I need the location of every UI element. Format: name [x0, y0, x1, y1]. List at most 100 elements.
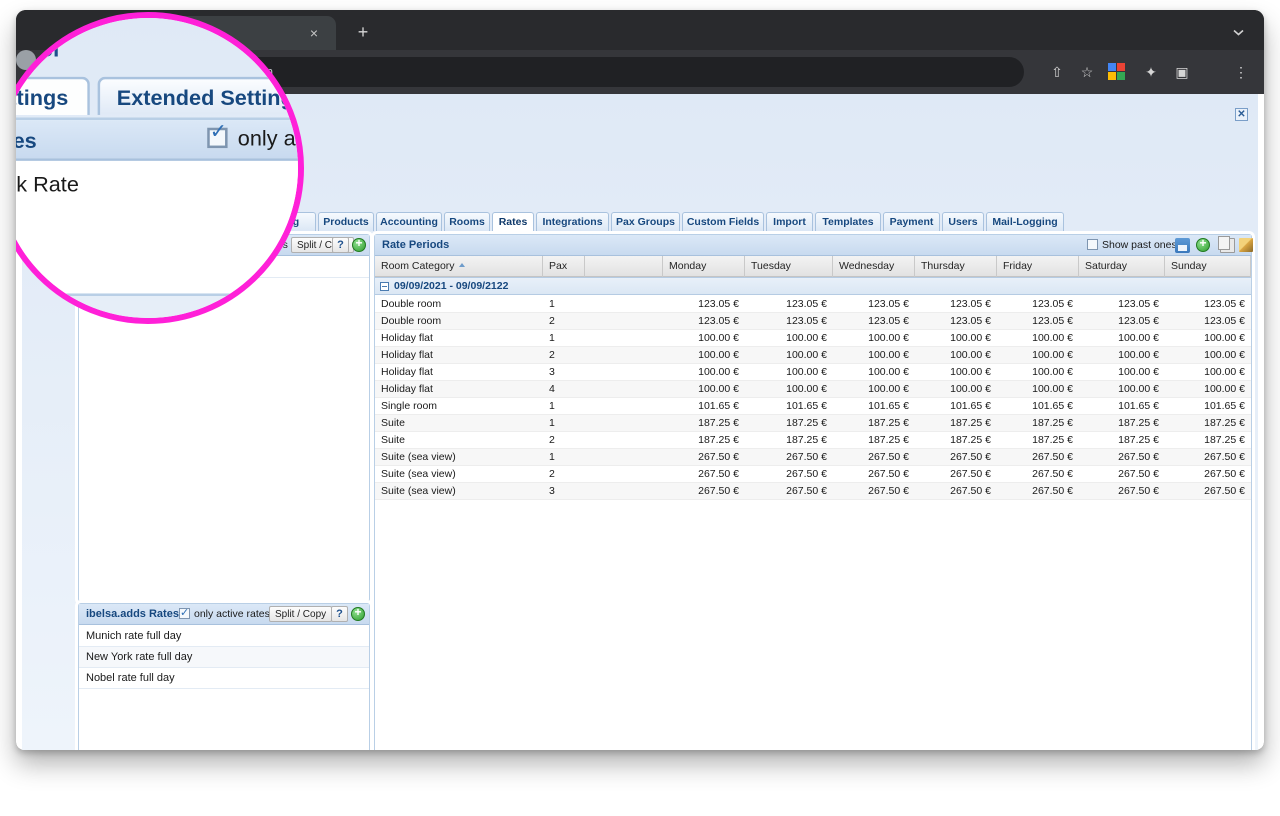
save-icon[interactable] — [1175, 238, 1190, 253]
table-row[interactable]: Double room 1 123.05 € 123.05 € 123.05 € 123.… — [375, 296, 1251, 313]
lens-tab-extended-settings[interactable]: Extended Settings — [96, 76, 298, 115]
module-tab-rates[interactable]: Rates — [492, 212, 534, 231]
share-icon[interactable]: ⇧ — [1046, 61, 1068, 83]
cell-room-category: Suite (sea view) — [381, 485, 456, 497]
table-row[interactable]: Suite 2 187.25 € 187.25 € 187.25 € 187.25 € 18… — [375, 432, 1251, 449]
module-tab-mail-logging[interactable]: Mail-Logging — [986, 212, 1064, 231]
cell-price: 100.00 € — [950, 332, 991, 344]
module-tab-custom-fields[interactable]: Custom Fields — [682, 212, 764, 231]
show-past-ones-checkbox[interactable] — [1087, 239, 1098, 250]
cell-pax: 1 — [549, 451, 555, 463]
module-tab-products[interactable]: Products — [318, 212, 374, 231]
adds-add-button[interactable] — [351, 605, 365, 621]
cell-pax: 3 — [549, 485, 555, 497]
column-header-blank[interactable] — [585, 256, 663, 277]
cell-price: 100.00 € — [1204, 349, 1245, 361]
module-tab-integrations[interactable]: Integrations — [536, 212, 609, 231]
bookmark-star-icon[interactable]: ☆ — [1076, 61, 1098, 83]
cell-price: 267.50 € — [1204, 468, 1245, 480]
cell-price: 100.00 € — [950, 349, 991, 361]
adds-split-copy-button[interactable]: Split / Copy — [269, 606, 333, 622]
cell-pax: 1 — [549, 332, 555, 344]
cell-price: 267.50 € — [698, 451, 739, 463]
new-tab-button[interactable]: + — [352, 22, 374, 44]
column-header-wednesday[interactable]: Wednesday — [833, 256, 915, 277]
module-tab-accounting[interactable]: Accounting — [376, 212, 442, 231]
cell-room-category: Single room — [381, 400, 438, 412]
column-header-pax[interactable]: Pax — [543, 256, 585, 277]
cell-price: 100.00 € — [786, 349, 827, 361]
lens-rack-rate[interactable]: Rack Rate — [16, 171, 79, 197]
table-row[interactable]: Suite (sea view) 2 267.50 € 267.50 € 267.50 … — [375, 466, 1251, 483]
table-row[interactable]: Suite (sea view) 1 267.50 € 267.50 € 267.50 … — [375, 449, 1251, 466]
module-tab-templates[interactable]: Templates — [815, 212, 881, 231]
table-row[interactable]: Double room 2 123.05 € 123.05 € 123.05 € 123.… — [375, 313, 1251, 330]
edit-pencil-icon[interactable] — [1239, 238, 1253, 252]
rates-add-button[interactable] — [352, 236, 366, 252]
cell-price: 101.65 € — [1204, 400, 1245, 412]
table-row[interactable]: Suite 1 187.25 € 187.25 € 187.25 € 187.25 € 18… — [375, 415, 1251, 432]
extension-color-icon[interactable] — [1108, 63, 1126, 81]
cell-price: 187.25 € — [786, 434, 827, 446]
cell-price: 123.05 € — [1032, 298, 1073, 310]
adds-only-active-checkbox[interactable] — [179, 606, 190, 619]
table-row[interactable]: Suite (sea view) 3 267.50 € 267.50 € 267.50 … — [375, 483, 1251, 500]
extensions-puzzle-icon[interactable]: ✦ — [1140, 61, 1162, 83]
cell-pax: 4 — [549, 383, 555, 395]
cell-price: 187.25 € — [950, 434, 991, 446]
chevron-down-icon[interactable] — [1228, 22, 1248, 42]
sidebar-toggle-icon[interactable]: ▣ — [1171, 61, 1193, 83]
module-tab-payment[interactable]: Payment — [883, 212, 940, 231]
tab-close-icon[interactable]: × — [306, 25, 322, 41]
lens-only-active-checkbox[interactable]: ✓ — [207, 120, 228, 149]
adds-help-button[interactable]: ? — [331, 606, 348, 622]
column-header-friday[interactable]: Friday — [997, 256, 1079, 277]
cell-room-category: Suite (sea view) — [381, 451, 456, 463]
column-header-saturday[interactable]: Saturday — [1079, 256, 1165, 277]
table-row[interactable]: Single room 1 101.65 € 101.65 € 101.65 € 101.… — [375, 398, 1251, 415]
cell-price: 187.25 € — [1204, 434, 1245, 446]
table-row[interactable]: Holiday flat 1 100.00 € 100.00 € 100.00 € 100… — [375, 330, 1251, 347]
cell-price: 267.50 € — [1204, 485, 1245, 497]
cell-room-category: Holiday flat — [381, 349, 433, 361]
add-circle-icon[interactable] — [1196, 236, 1210, 252]
cell-pax: 1 — [549, 417, 555, 429]
lens-tab-settings[interactable]: Settings — [16, 76, 89, 115]
group-label: 09/09/2021 - 09/09/2122 — [394, 280, 509, 292]
cell-price: 123.05 € — [786, 298, 827, 310]
module-tab-users[interactable]: Users — [942, 212, 984, 231]
cell-price: 100.00 € — [1118, 366, 1159, 378]
cell-price: 187.25 € — [1032, 434, 1073, 446]
column-header-tuesday[interactable]: Tuesday — [745, 256, 833, 277]
list-item[interactable]: Munich rate full day — [79, 626, 369, 647]
module-tab-rooms[interactable]: Rooms — [444, 212, 490, 231]
browser-menu-icon[interactable]: ⋮ — [1230, 61, 1252, 83]
cell-room-category: Holiday flat — [381, 332, 433, 344]
cell-price: 267.50 € — [868, 451, 909, 463]
table-row[interactable]: Holiday flat 3 100.00 € 100.00 € 100.00 € 100… — [375, 364, 1251, 381]
cell-room-category: Double room — [381, 298, 442, 310]
column-header-thursday[interactable]: Thursday — [915, 256, 997, 277]
column-header-room-category[interactable]: Room Category — [375, 256, 543, 277]
column-header-monday[interactable]: Monday — [663, 256, 745, 277]
copy-icon[interactable] — [1218, 236, 1235, 253]
close-icon[interactable]: ✕ — [1235, 108, 1248, 121]
column-header-sunday[interactable]: Sunday — [1165, 256, 1251, 277]
lens-only-active-label: only active rates — [237, 125, 298, 151]
module-tab-pax-groups[interactable]: Pax Groups — [611, 212, 680, 231]
list-item[interactable]: New York rate full day — [79, 647, 369, 668]
cell-price: 123.05 € — [1204, 315, 1245, 327]
group-collapse-icon[interactable] — [380, 282, 389, 291]
group-row[interactable]: 09/09/2021 - 09/09/2122 — [375, 277, 1251, 295]
column-header-label: Monday — [669, 260, 707, 272]
cell-pax: 1 — [549, 298, 555, 310]
table-row[interactable]: Holiday flat 4 100.00 € 100.00 € 100.00 € 100… — [375, 381, 1251, 398]
column-header-label: Friday — [1003, 260, 1033, 272]
list-item[interactable]: Nobel rate full day — [79, 668, 369, 689]
cell-price: 267.50 € — [868, 468, 909, 480]
cell-price: 100.00 € — [1032, 383, 1073, 395]
table-row[interactable]: Holiday flat 2 100.00 € 100.00 € 100.00 € 100… — [375, 347, 1251, 364]
rates-help-button[interactable]: ? — [332, 237, 349, 253]
module-tab-import[interactable]: Import — [766, 212, 813, 231]
column-header-label: Pax — [549, 260, 568, 272]
